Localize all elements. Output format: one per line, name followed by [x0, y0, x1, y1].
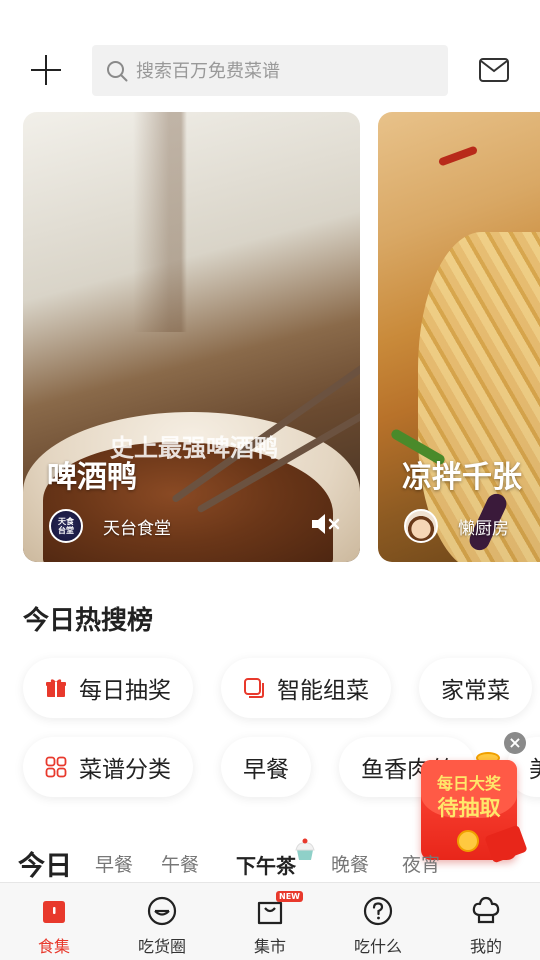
- mail-icon[interactable]: [478, 56, 510, 84]
- chip-label: 早餐: [243, 757, 289, 783]
- search-icon: [107, 61, 128, 82]
- avatar: [404, 509, 438, 543]
- add-button[interactable]: [30, 55, 62, 87]
- nav-label: 我的: [469, 937, 502, 956]
- nav-profile[interactable]: 我的: [432, 883, 540, 960]
- chip-label: 家常菜: [441, 678, 510, 704]
- mute-icon[interactable]: [310, 510, 342, 538]
- chip-breakfast[interactable]: 早餐: [221, 737, 311, 797]
- recipe-title: 啤酒鸭: [47, 460, 137, 495]
- avatar-logo-text: 天食台堂: [58, 517, 74, 535]
- top-header: [0, 44, 540, 96]
- nav-home[interactable]: 食集: [0, 883, 108, 960]
- gift-icon: [46, 679, 66, 697]
- smile-face-icon: [147, 896, 177, 926]
- nav-label: 吃货圈: [137, 937, 186, 956]
- close-promo-button[interactable]: ×: [504, 732, 526, 754]
- search-bar[interactable]: [92, 45, 448, 96]
- nav-label: 吃什么: [353, 937, 402, 956]
- nav-market[interactable]: NEW 集市: [216, 883, 324, 960]
- question-icon: [363, 896, 393, 926]
- avatar: 天食台堂: [49, 509, 83, 543]
- recipe-card-cold-tofu-skin[interactable]: 凉拌千张 懒厨房: [378, 112, 540, 562]
- tab-today[interactable]: 今日: [18, 844, 72, 883]
- cupcake-icon: [295, 838, 315, 860]
- nav-label: 集市: [253, 937, 286, 956]
- promo-line-2: 待抽取: [437, 796, 501, 820]
- tab-breakfast[interactable]: 早餐: [95, 850, 133, 877]
- grid-icon: [45, 756, 67, 778]
- tab-lunch[interactable]: 午餐: [161, 850, 199, 877]
- chili: [437, 145, 479, 167]
- author-name: 懒厨房: [458, 518, 509, 539]
- chip-recipe-category[interactable]: 菜谱分类: [23, 737, 193, 797]
- promo-line-1: 每日大奖: [436, 774, 501, 793]
- recipe-title: 凉拌千张: [402, 460, 522, 495]
- tab-late-night[interactable]: 夜宵: [402, 850, 440, 877]
- chip-daily-lottery[interactable]: 每日抽奖: [23, 658, 193, 718]
- home-icon: [43, 901, 65, 923]
- hot-search-title: 今日热搜榜: [23, 606, 154, 636]
- nav-foodie-circle[interactable]: 吃货圈: [108, 883, 216, 960]
- recipe-card-beer-duck[interactable]: 史上最强啤酒鸭 啤酒鸭 天食台堂 天台食堂: [23, 112, 360, 562]
- chip-label: 菜谱分类: [79, 757, 171, 783]
- chip-smart-combo[interactable]: 智能组菜: [221, 658, 391, 718]
- chip-label: 智能组菜: [277, 678, 369, 704]
- chip-label: 每日抽奖: [79, 678, 171, 704]
- meal-time-tabs: 今日 早餐 午餐 下午茶 晚餐 夜宵: [0, 836, 540, 882]
- search-input[interactable]: [136, 57, 436, 85]
- background-window: [133, 112, 253, 332]
- nav-what-to-eat[interactable]: 吃什么: [324, 883, 432, 960]
- nav-label: 食集: [37, 937, 70, 956]
- bottom-navigation: 食集 吃货圈 NEW 集市 吃什么 我的: [0, 882, 540, 960]
- copy-icon: [244, 678, 264, 698]
- recipe-author[interactable]: 天食台堂 天台食堂: [49, 508, 171, 544]
- recipe-author[interactable]: 懒厨房: [404, 508, 509, 544]
- chip-home-cooking[interactable]: 家常菜: [419, 658, 532, 718]
- tab-afternoon-tea[interactable]: 下午茶: [236, 850, 296, 879]
- chef-hat-icon: [472, 896, 500, 924]
- new-badge: NEW: [276, 891, 303, 902]
- app-root: 史上最强啤酒鸭 啤酒鸭 天食台堂 天台食堂 凉拌千张 懒厨房 今日热搜榜: [0, 0, 540, 960]
- chip-label: 美: [529, 750, 540, 784]
- tab-dinner[interactable]: 晚餐: [331, 850, 369, 877]
- author-name: 天台食堂: [103, 518, 171, 539]
